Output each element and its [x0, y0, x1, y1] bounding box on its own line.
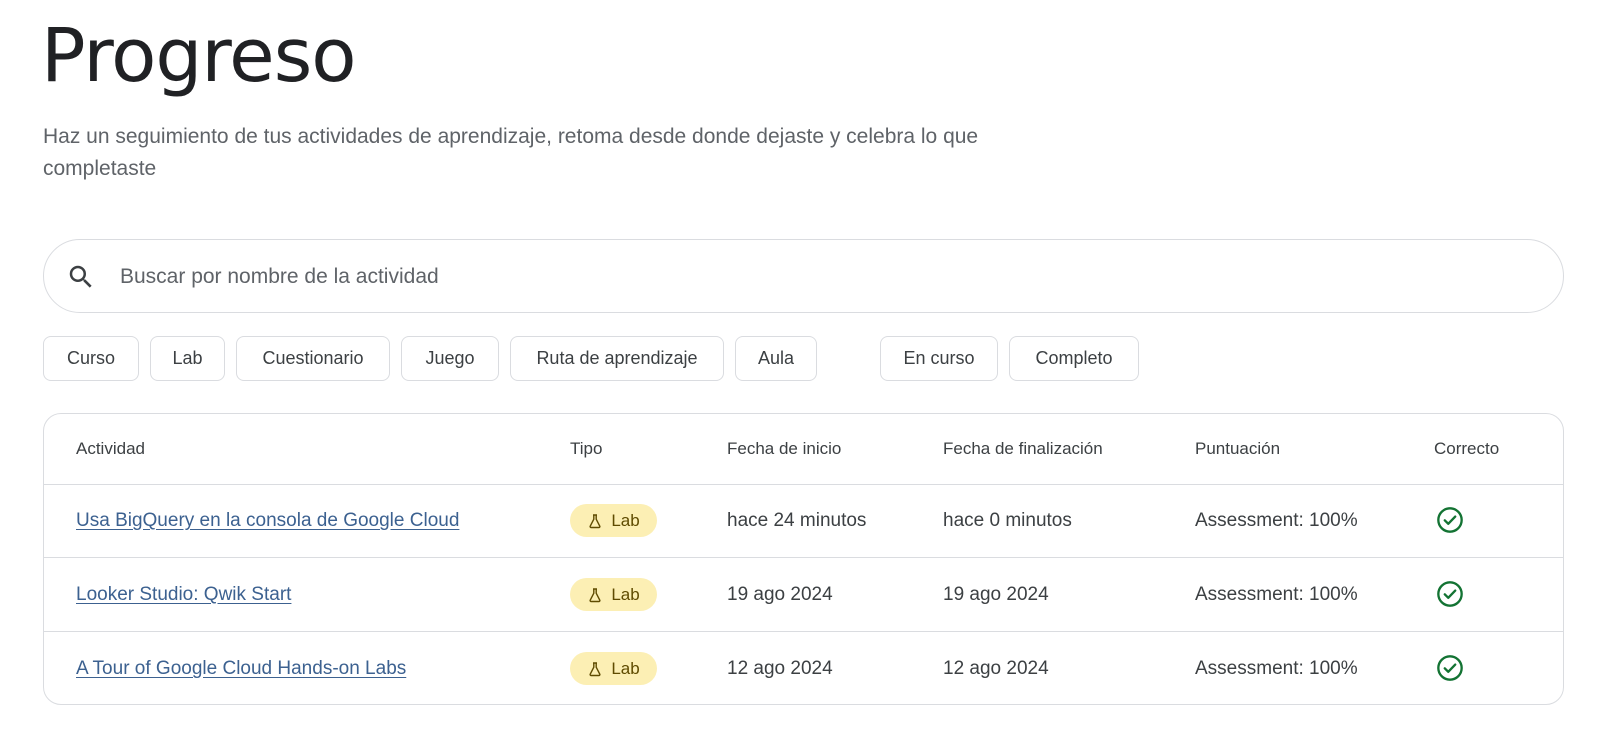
activity-table: Actividad Tipo Fecha de inicio Fecha de … [43, 413, 1564, 705]
filter-chip-cuestionario[interactable]: Cuestionario [236, 336, 390, 381]
search-input[interactable] [118, 254, 1542, 300]
filter-chip-lab[interactable]: Lab [150, 336, 225, 381]
column-header-tipo[interactable]: Tipo [570, 414, 602, 484]
filter-chip-aula[interactable]: Aula [735, 336, 817, 381]
score: Assessment: 100% [1195, 510, 1358, 531]
search-bar[interactable] [43, 239, 1564, 313]
start-date: hace 24 minutos [727, 510, 867, 531]
type-badge-label: Lab [611, 510, 640, 530]
end-date: 19 ago 2024 [943, 584, 1049, 605]
filter-chip-juego[interactable]: Juego [401, 336, 499, 381]
type-badge: Lab [570, 504, 657, 537]
activity-link[interactable]: Looker Studio: Qwik Start [76, 558, 291, 631]
type-badge: Lab [570, 652, 657, 685]
end-date: hace 0 minutos [943, 510, 1072, 531]
search-icon[interactable] [66, 262, 96, 292]
table-row: A Tour of Google Cloud Hands-on Labs Lab… [44, 632, 1563, 704]
table-header: Actividad Tipo Fecha de inicio Fecha de … [44, 414, 1563, 485]
filter-chip-curso[interactable]: Curso [43, 336, 139, 381]
start-date: 19 ago 2024 [727, 584, 833, 605]
flask-icon [589, 587, 601, 602]
progress-page: Progreso Haz un seguimiento de tus activ… [0, 0, 1600, 735]
table-row: Usa BigQuery en la consola de Google Clo… [44, 484, 1563, 558]
flask-icon [589, 513, 601, 528]
column-header-correcto[interactable]: Correcto [1434, 414, 1499, 484]
column-header-fecha-finalizacion[interactable]: Fecha de finalización [943, 414, 1103, 484]
end-date: 12 ago 2024 [943, 658, 1049, 679]
column-header-fecha-inicio[interactable]: Fecha de inicio [727, 414, 841, 484]
check-circle-icon [1437, 581, 1463, 607]
score: Assessment: 100% [1195, 658, 1358, 679]
check-circle-icon [1437, 507, 1463, 533]
page-title: Progreso [41, 13, 357, 99]
filter-chip-ruta-de-aprendizaje[interactable]: Ruta de aprendizaje [510, 336, 724, 381]
activity-link[interactable]: A Tour of Google Cloud Hands-on Labs [76, 632, 406, 704]
filter-chips: Curso Lab Cuestionario Juego Ruta de apr… [0, 336, 1600, 381]
type-badge-label: Lab [611, 658, 640, 678]
filter-chip-completo[interactable]: Completo [1009, 336, 1139, 381]
flask-icon [589, 661, 601, 676]
table-row: Looker Studio: Qwik Start Lab 19 ago 202… [44, 558, 1563, 632]
activity-link[interactable]: Usa BigQuery en la consola de Google Clo… [76, 484, 459, 557]
check-circle-icon [1437, 655, 1463, 681]
type-badge-label: Lab [611, 584, 640, 604]
page-subtitle: Haz un seguimiento de tus actividades de… [43, 125, 979, 180]
type-badge: Lab [570, 578, 657, 611]
column-header-puntuacion[interactable]: Puntuación [1195, 414, 1280, 484]
score: Assessment: 100% [1195, 584, 1358, 605]
start-date: 12 ago 2024 [727, 658, 833, 679]
column-header-actividad[interactable]: Actividad [76, 414, 145, 484]
filter-chip-en-curso[interactable]: En curso [880, 336, 998, 381]
